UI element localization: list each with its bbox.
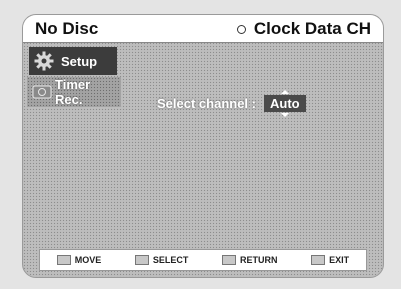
menu-item-label: Setup — [61, 53, 98, 69]
hint-return: RETURN — [222, 255, 278, 265]
clock-icon — [236, 24, 246, 34]
header-bar: No Disc Clock Data CH — [23, 15, 383, 43]
menu-item-timer-rec[interactable]: Timer Rec. — [27, 77, 121, 107]
menu-item-label: Timer Rec. — [55, 77, 91, 107]
arrow-down-icon — [280, 113, 289, 117]
hint-label: SELECT — [152, 255, 189, 265]
gear-icon — [34, 51, 54, 71]
exit-icon — [311, 255, 326, 265]
select-channel-label: Select channel : — [157, 96, 256, 111]
arrow-up-icon — [280, 90, 289, 94]
disc-status: No Disc — [35, 19, 99, 38]
timer-icon — [32, 85, 52, 99]
footer-hint-bar: MOVE SELECT RETURN EXIT — [39, 249, 367, 271]
clock-label: Clock Data CH — [253, 19, 371, 38]
move-icon — [56, 255, 71, 265]
hint-select: SELECT — [134, 255, 189, 265]
select-icon — [134, 255, 149, 265]
channel-value: Auto — [269, 96, 300, 111]
osd-screen: No Disc Clock Data CH Setup Timer Rec. S… — [22, 14, 384, 278]
hint-label: MOVE — [74, 255, 102, 265]
clock-data-area: Clock Data CH — [236, 19, 371, 39]
hint-label: EXIT — [329, 255, 350, 265]
hint-exit: EXIT — [311, 255, 349, 265]
menu-item-setup[interactable]: Setup — [29, 47, 117, 75]
hint-move: MOVE — [56, 255, 102, 265]
hint-label: RETURN — [240, 255, 278, 265]
channel-value-selector[interactable]: Auto — [263, 90, 306, 117]
select-channel-row: Select channel : Auto — [157, 90, 306, 117]
return-icon — [222, 255, 237, 265]
